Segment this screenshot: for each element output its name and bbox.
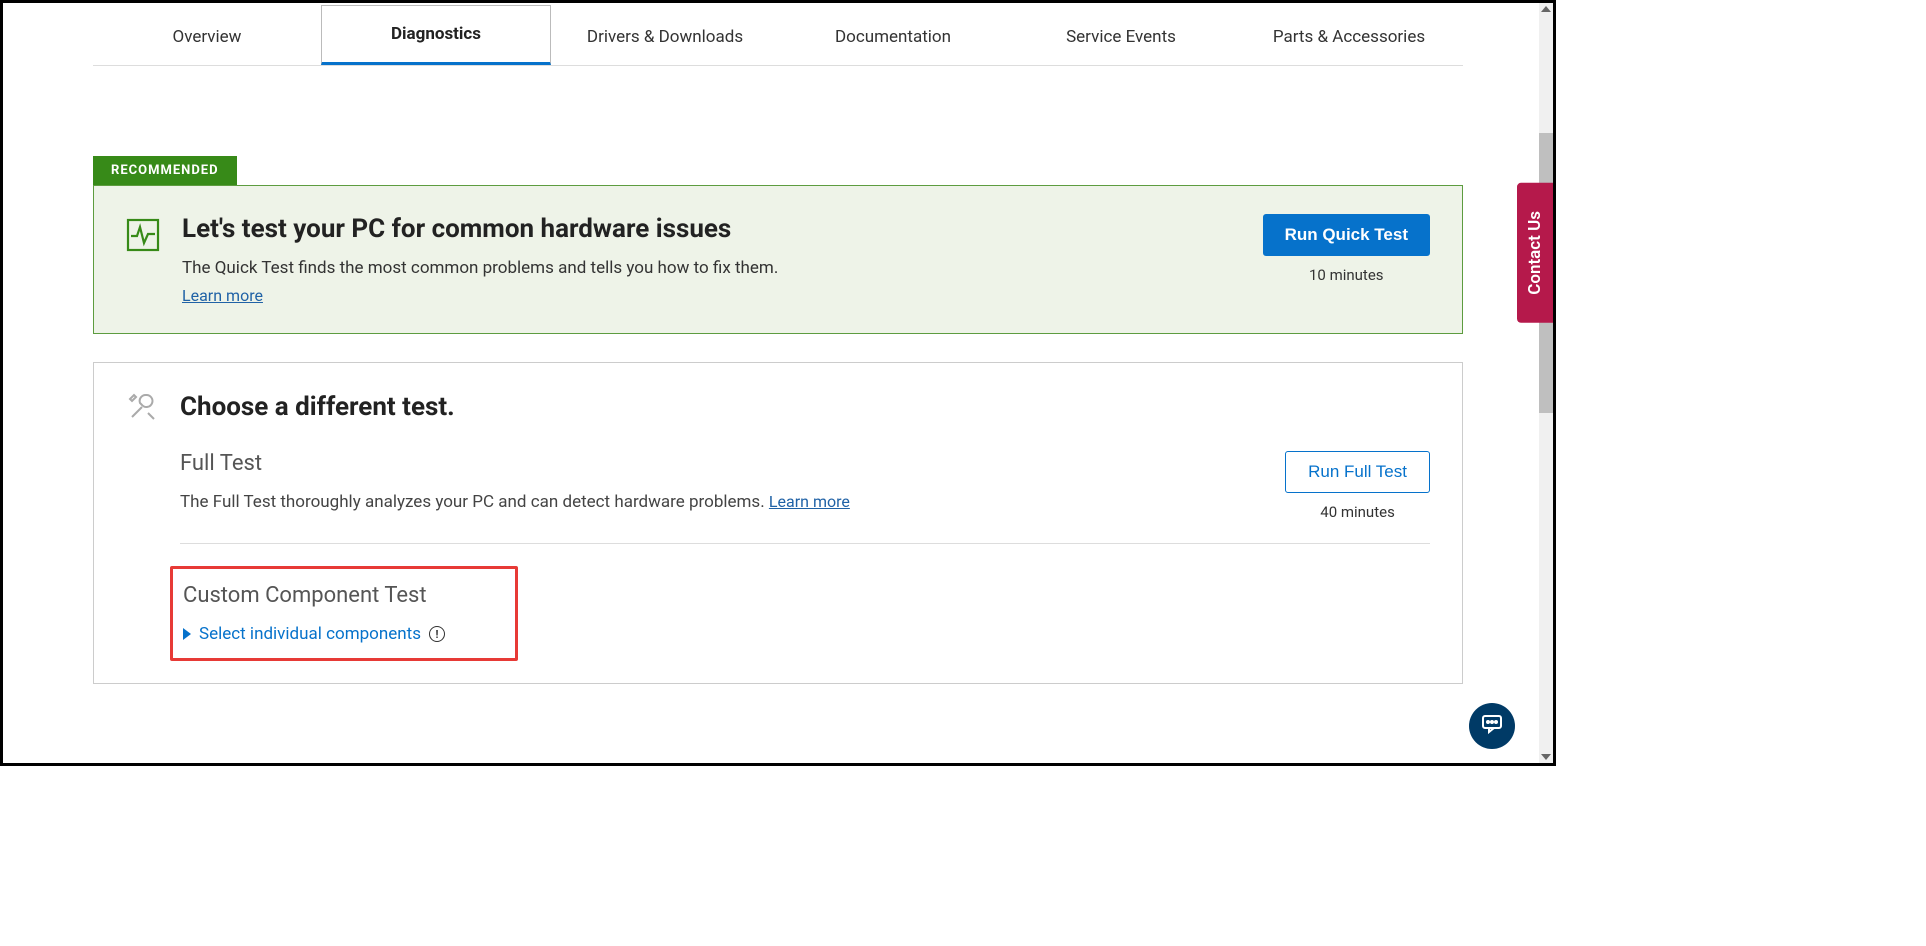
tab-documentation[interactable]: Documentation xyxy=(779,9,1007,65)
full-test-section: Full Test The Full Test thoroughly analy… xyxy=(180,451,1430,544)
full-test-actions: Run Full Test 40 minutes xyxy=(1285,451,1430,521)
custom-test-title: Custom Component Test xyxy=(183,583,445,608)
info-icon[interactable]: ! xyxy=(429,626,445,642)
chat-button[interactable] xyxy=(1469,703,1515,749)
custom-test-section: Custom Component Test Select individual … xyxy=(180,566,1430,661)
chat-icon xyxy=(1480,712,1504,740)
full-test-desc: The Full Test thoroughly analyzes your P… xyxy=(180,492,850,512)
page-root: Overview Diagnostics Drivers & Downloads… xyxy=(3,3,1553,763)
run-quick-test-button[interactable]: Run Quick Test xyxy=(1263,214,1430,256)
recommended-desc: The Quick Test finds the most common pro… xyxy=(182,258,778,278)
scroll-up-icon[interactable] xyxy=(1541,6,1551,12)
run-full-test-button[interactable]: Run Full Test xyxy=(1285,451,1430,493)
select-components-link[interactable]: Select individual components ! xyxy=(183,624,445,644)
caret-right-icon xyxy=(183,628,191,640)
tab-overview[interactable]: Overview xyxy=(93,9,321,65)
heartbeat-icon xyxy=(126,218,160,252)
recommended-title: Let's test your PC for common hardware i… xyxy=(182,214,778,244)
tab-diagnostics[interactable]: Diagnostics xyxy=(321,5,551,65)
recommended-actions: Run Quick Test 10 minutes xyxy=(1263,214,1430,284)
recommended-card: Let's test your PC for common hardware i… xyxy=(93,185,1463,334)
full-test-learn-more-link[interactable]: Learn more xyxy=(769,492,850,511)
tab-drivers[interactable]: Drivers & Downloads xyxy=(551,9,779,65)
tabs-nav: Overview Diagnostics Drivers & Downloads… xyxy=(93,3,1463,66)
full-test-time: 40 minutes xyxy=(1285,503,1430,521)
other-tests-card: Choose a different test. Full Test The F… xyxy=(93,362,1463,684)
recommended-learn-more-link[interactable]: Learn more xyxy=(182,286,263,305)
full-test-title: Full Test xyxy=(180,451,850,476)
other-title: Choose a different test. xyxy=(180,392,455,422)
custom-test-highlight: Custom Component Test Select individual … xyxy=(170,566,518,661)
scrollbar-track[interactable] xyxy=(1539,3,1553,763)
recommended-left: Let's test your PC for common hardware i… xyxy=(126,214,778,305)
scroll-down-icon[interactable] xyxy=(1541,754,1551,760)
tab-service-events[interactable]: Service Events xyxy=(1007,9,1235,65)
main-content: RECOMMENDED Let's test your PC for commo… xyxy=(93,66,1463,684)
contact-us-tab[interactable]: Contact Us xyxy=(1517,183,1553,323)
tools-icon xyxy=(126,391,158,423)
recommended-badge: RECOMMENDED xyxy=(93,156,237,185)
quick-test-time: 10 minutes xyxy=(1263,266,1430,284)
select-components-label: Select individual components xyxy=(199,624,421,644)
full-test-desc-text: The Full Test thoroughly analyzes your P… xyxy=(180,492,769,512)
tab-parts[interactable]: Parts & Accessories xyxy=(1235,9,1463,65)
other-header: Choose a different test. xyxy=(126,391,1430,423)
